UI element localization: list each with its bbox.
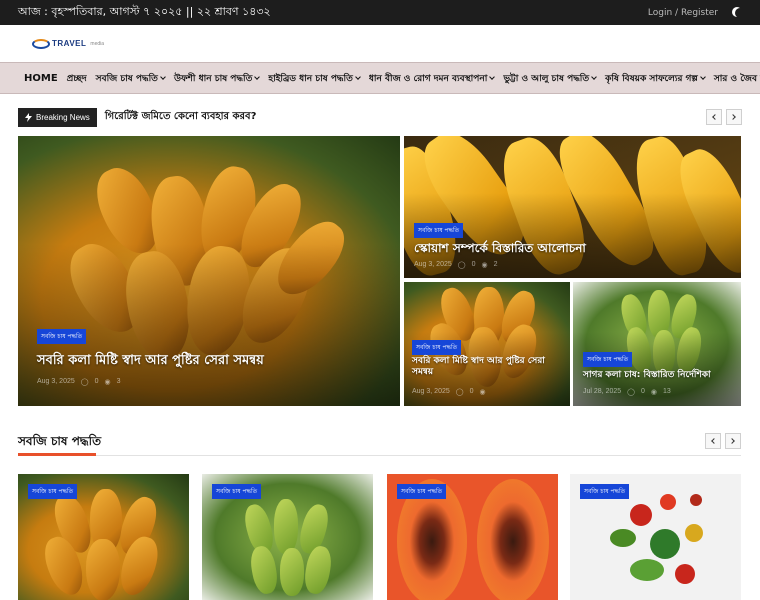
view-count: 13 (663, 388, 671, 395)
featured-card-3[interactable]: সবজি চাষ পদ্ধতি সবরি কলা মিষ্টি স্বাদ আর… (404, 282, 570, 406)
card-meta: Aug 3, 2025 ◯ 0 ◉ 2 (414, 261, 498, 269)
comment-count: 0 (469, 388, 474, 395)
comment-count: 0 (471, 261, 476, 268)
nav-item-hybrid-rice[interactable]: হাইব্রিড ধান চাষ পদ্ধতি (268, 71, 361, 86)
nav-item-cover[interactable]: প্রচ্ছদ (67, 71, 87, 86)
section-next-button[interactable] (725, 433, 741, 449)
card-title[interactable]: স্কোয়াশ সম্পর্কে বিস্তারিত আলোচনা (414, 241, 586, 256)
post-tile[interactable]: সবজি চাষ পদ্ধতি (387, 474, 558, 600)
chevron-down-icon (254, 74, 261, 80)
lightning-icon (25, 112, 32, 122)
eye-icon: ◉ (104, 379, 111, 386)
eye-icon: ◉ (481, 262, 488, 269)
breaking-next-button[interactable] (726, 109, 742, 125)
chevron-down-icon (591, 74, 597, 80)
brand-bar: TRAVEL media (0, 25, 760, 62)
card-meta: Aug 3, 2025 ◯ 0 ◉ (412, 388, 492, 396)
card-meta: Jul 28, 2025 ◯ 0 ◉ 13 (583, 388, 671, 396)
category-badge[interactable]: সবজি চাষ পদ্ধতি (580, 484, 630, 499)
nav-item-maize-potato[interactable]: ভুট্টা ও আলু চাষ পদ্ধতি (503, 71, 597, 86)
top-bar: আজ : বৃহস্পতিবার, আগস্ট ৭ ২০২৫ || ২২ শ্র… (0, 0, 760, 25)
featured-card-4[interactable]: সবজি চাষ পদ্ধতি সাগর কলা চাষ: বিস্তারিত … (573, 282, 741, 406)
chevron-right-icon (730, 114, 736, 120)
featured-card-main[interactable]: সবজি চাষ পদ্ধতি সবরি কলা মিষ্টি স্বাদ আর… (18, 136, 400, 406)
nav-item-home[interactable]: HOME (24, 73, 58, 84)
post-tile[interactable]: সবজি চাষ পদ্ধতি (202, 474, 373, 600)
section-prev-button[interactable] (705, 433, 721, 449)
logo-subtext: media (90, 40, 105, 47)
main-nav: HOME প্রচ্ছদ সবজি চাষ পদ্ধতি উফশী ধান চা… (0, 62, 760, 94)
comment-count: 0 (94, 378, 99, 385)
chevron-left-icon (711, 438, 717, 444)
breaking-news-bar: Breaking News গিরেটিক্ট জমিতে কেনো ব্যবহ… (18, 104, 742, 130)
post-date: Aug 3, 2025 (412, 388, 450, 395)
category-badge[interactable]: সবজি চাষ পদ্ধতি (412, 340, 462, 355)
date-text: আজ : বৃহস্পতিবার, আগস্ট ৭ ২০২৫ || ২২ শ্র… (18, 5, 271, 18)
category-badge[interactable]: সবজি চাষ পদ্ধতি (583, 352, 633, 367)
post-date: Jul 28, 2025 (583, 388, 622, 395)
category-badge[interactable]: সবজি চাষ পদ্ধতি (212, 484, 262, 499)
post-tile[interactable]: সবজি চাষ পদ্ধতি (570, 474, 741, 600)
category-badge[interactable]: সবজি চাষ পদ্ধতি (414, 223, 464, 238)
post-date: Aug 3, 2025 (37, 378, 75, 385)
breaking-prev-button[interactable] (706, 109, 722, 125)
eye-icon: ◉ (650, 389, 658, 396)
comment-count: 0 (641, 388, 645, 395)
card-title[interactable]: সবরি কলা মিষ্টি স্বাদ আর পুষ্টির সেরা সম… (37, 353, 264, 369)
chevron-down-icon (355, 74, 361, 80)
chevron-right-icon (729, 438, 735, 444)
category-badge[interactable]: সবজি চাষ পদ্ধতি (37, 329, 87, 344)
featured-card-2[interactable]: সবজি চাষ পদ্ধতি স্কোয়াশ সম্পর্কে বিস্তা… (404, 136, 741, 278)
nav-item-vegetable[interactable]: সবজি চাষ পদ্ধতি (96, 71, 166, 86)
nav-item-hyv-rice[interactable]: উফশী ধান চাষ পদ্ধতি (174, 71, 261, 86)
comment-icon: ◯ (627, 389, 635, 396)
view-count: 3 (116, 378, 121, 385)
post-tile[interactable]: সবজি চাষ পদ্ধতি (18, 474, 189, 600)
logo-mark-icon (32, 38, 50, 49)
comment-icon: ◯ (80, 379, 89, 386)
post-date: Aug 3, 2025 (414, 261, 452, 268)
eye-icon: ◉ (479, 389, 486, 396)
featured-grid: সবজি চাষ পদ্ধতি সবরি কলা মিষ্টি স্বাদ আর… (18, 136, 741, 406)
card-title[interactable]: সবরি কলা মিষ্টি স্বাদ আর পুষ্টির সেরা সম… (412, 356, 562, 379)
chevron-down-icon (160, 74, 166, 80)
section-posts-row: সবজি চাষ পদ্ধতি সবজি চাষ পদ্ধতি সবজি চাষ… (18, 474, 741, 600)
comment-icon: ◯ (455, 389, 464, 396)
login-register-link[interactable]: Login / Register (648, 8, 718, 18)
nav-item-fertilizer[interactable]: সার ও জৈব বালাইনা (714, 71, 760, 86)
view-count: 2 (493, 261, 498, 268)
category-badge[interactable]: সবজি চাষ পদ্ধতি (397, 484, 447, 499)
category-badge[interactable]: সবজি চাষ পদ্ধতি (28, 484, 78, 499)
logo-text: TRAVEL (52, 39, 87, 48)
chevron-down-icon (700, 74, 706, 80)
breaking-news-label: Breaking News (18, 107, 97, 127)
card-title[interactable]: সাগর কলা চাষ: বিস্তারিত নির্দেশিকা (583, 370, 711, 381)
breaking-news-headline[interactable]: গিরেটিক্ট জমিতে কেনো ব্যবহার করব? (105, 109, 257, 126)
site-logo[interactable]: TRAVEL media (32, 38, 105, 49)
card-meta: Aug 3, 2025 ◯ 0 ◉ 3 (37, 378, 121, 386)
chevron-down-icon (489, 74, 496, 80)
section-title[interactable]: সবজি চাষ পদ্ধতি (18, 434, 101, 448)
section-underline (18, 453, 96, 456)
section-header: সবজি চাষ পদ্ধতি (18, 430, 741, 456)
nav-item-seed-disease[interactable]: ধান বীজ ও রোগ দমন ব্যবস্থাপনা (369, 71, 496, 86)
moon-icon[interactable] (735, 8, 745, 18)
comment-icon: ◯ (457, 262, 466, 269)
chevron-left-icon (712, 114, 718, 120)
nav-item-success-stories[interactable]: কৃষি বিষয়ক সাফল্যের গল্প (605, 71, 706, 86)
